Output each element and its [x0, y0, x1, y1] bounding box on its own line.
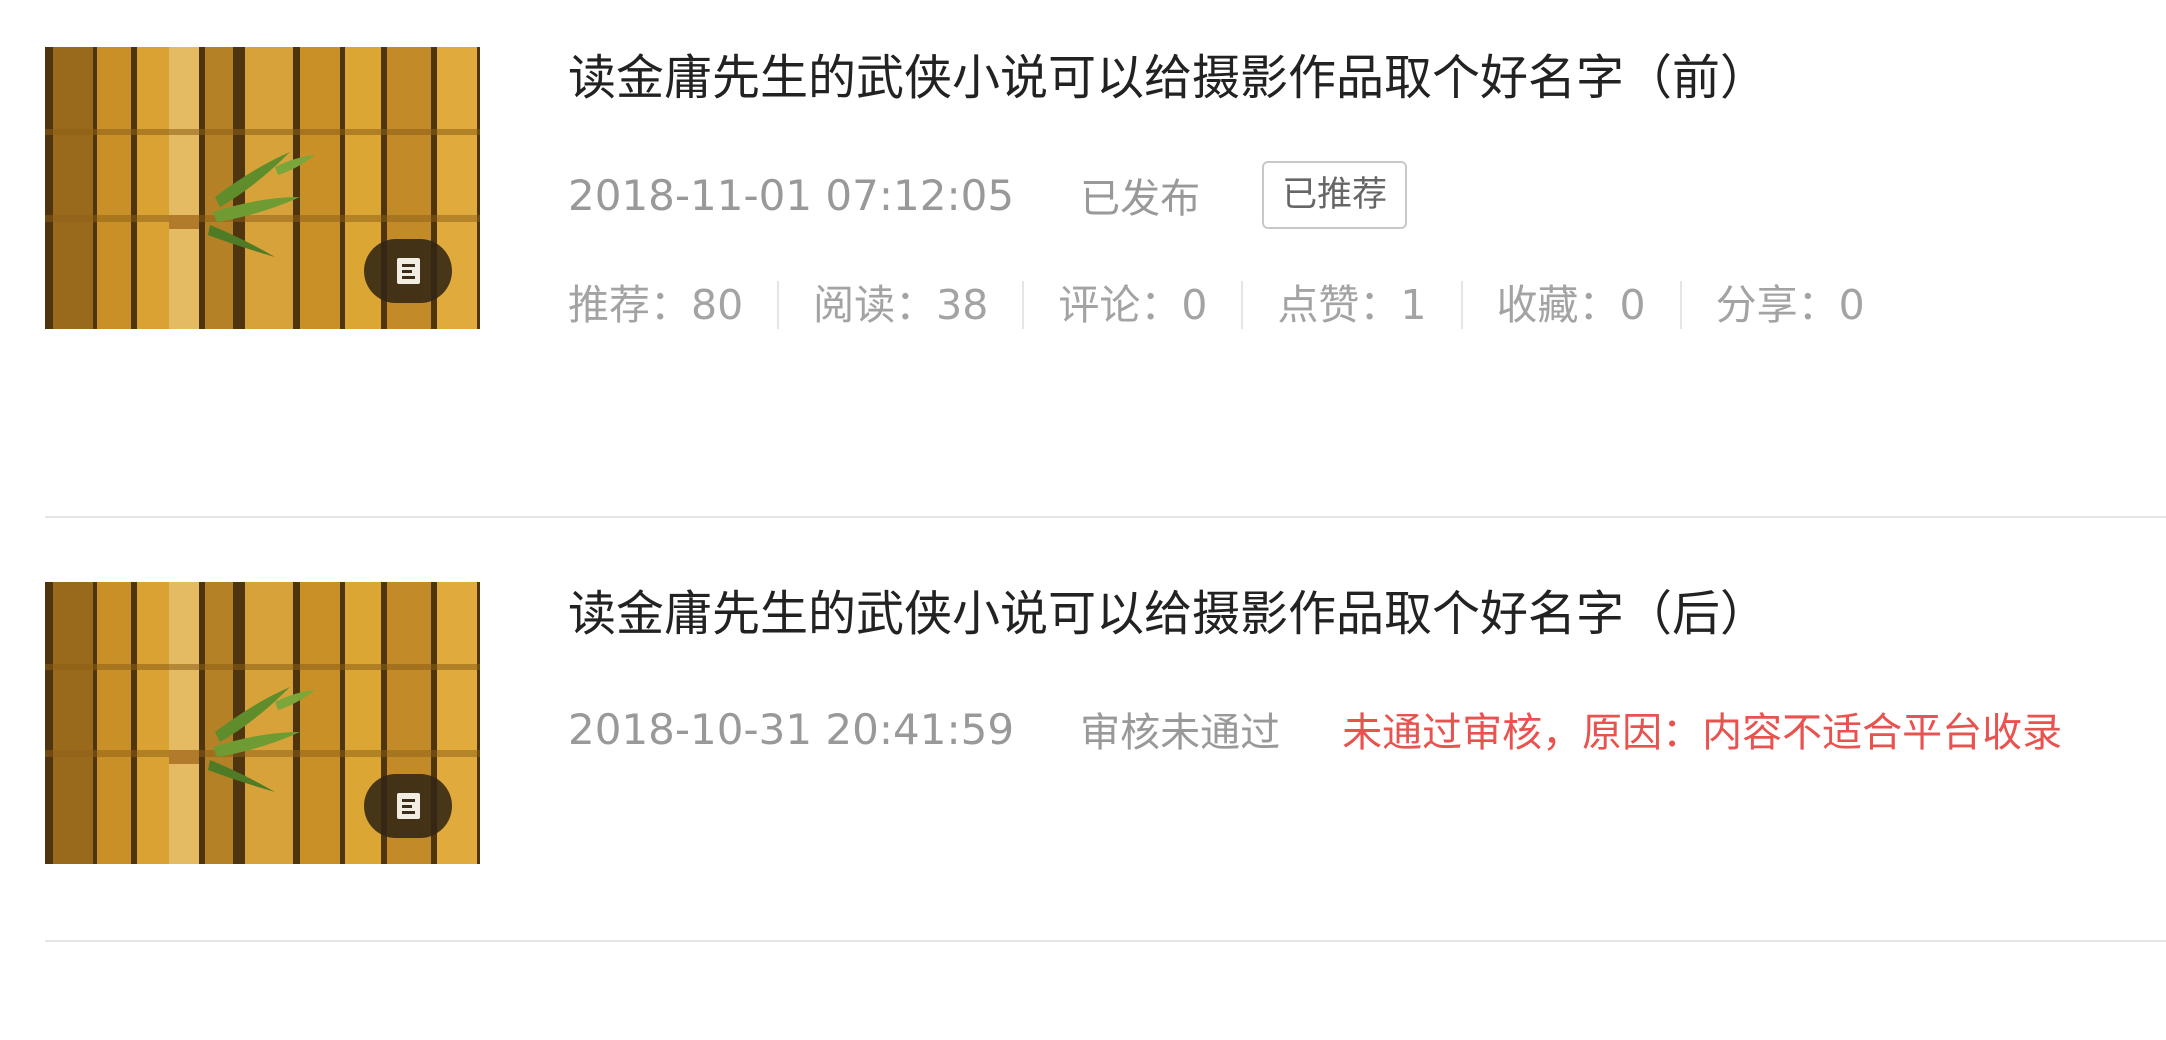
article-item: 读金庸先生的武侠小说可以给摄影作品取个好名字（后） 2018-10-31 20:…: [0, 520, 2166, 1040]
article-item: 读金庸先生的武侠小说可以给摄影作品取个好名字（前） 2018-11-01 07:…: [0, 0, 2166, 520]
article-thumbnail[interactable]: [45, 582, 480, 864]
reject-reason: 未通过审核，原因：内容不适合平台收录: [1342, 710, 2063, 756]
article-meta: 2018-11-01 07:12:05 已发布 已推荐: [568, 155, 1408, 235]
publish-time: 2018-11-01 07:12:05: [568, 170, 1015, 220]
list-divider: [45, 940, 2166, 942]
stat-like: 点赞：1: [1241, 281, 1460, 329]
stat-read: 阅读：38: [777, 281, 1022, 329]
recommended-badge: 已推荐: [1262, 161, 1408, 229]
article-status: 审核未通过: [1080, 710, 1281, 756]
document-icon: [397, 793, 420, 819]
stat-favorite: 收藏：0: [1460, 281, 1680, 329]
document-icon: [397, 258, 420, 284]
stat-comment: 评论：0: [1022, 281, 1241, 329]
article-thumbnail[interactable]: [45, 47, 480, 329]
article-title[interactable]: 读金庸先生的武侠小说可以给摄影作品取个好名字（后）: [568, 584, 1768, 644]
stat-recommend: 推荐：80: [568, 281, 744, 329]
article-status: 已发布: [1080, 176, 1201, 222]
article-type-badge: [364, 239, 452, 303]
article-stats: 推荐：80 阅读：38 评论：0 点赞：1 收藏：0 分享：0: [568, 275, 1899, 335]
list-divider: [45, 516, 2166, 518]
article-title[interactable]: 读金庸先生的武侠小说可以给摄影作品取个好名字（前）: [568, 48, 1768, 108]
article-meta: 2018-10-31 20:41:59 审核未通过 未通过审核，原因：内容不适合…: [568, 689, 2062, 769]
stat-share: 分享：0: [1679, 281, 1899, 329]
article-type-badge: [364, 774, 452, 838]
publish-time: 2018-10-31 20:41:59: [568, 704, 1015, 754]
